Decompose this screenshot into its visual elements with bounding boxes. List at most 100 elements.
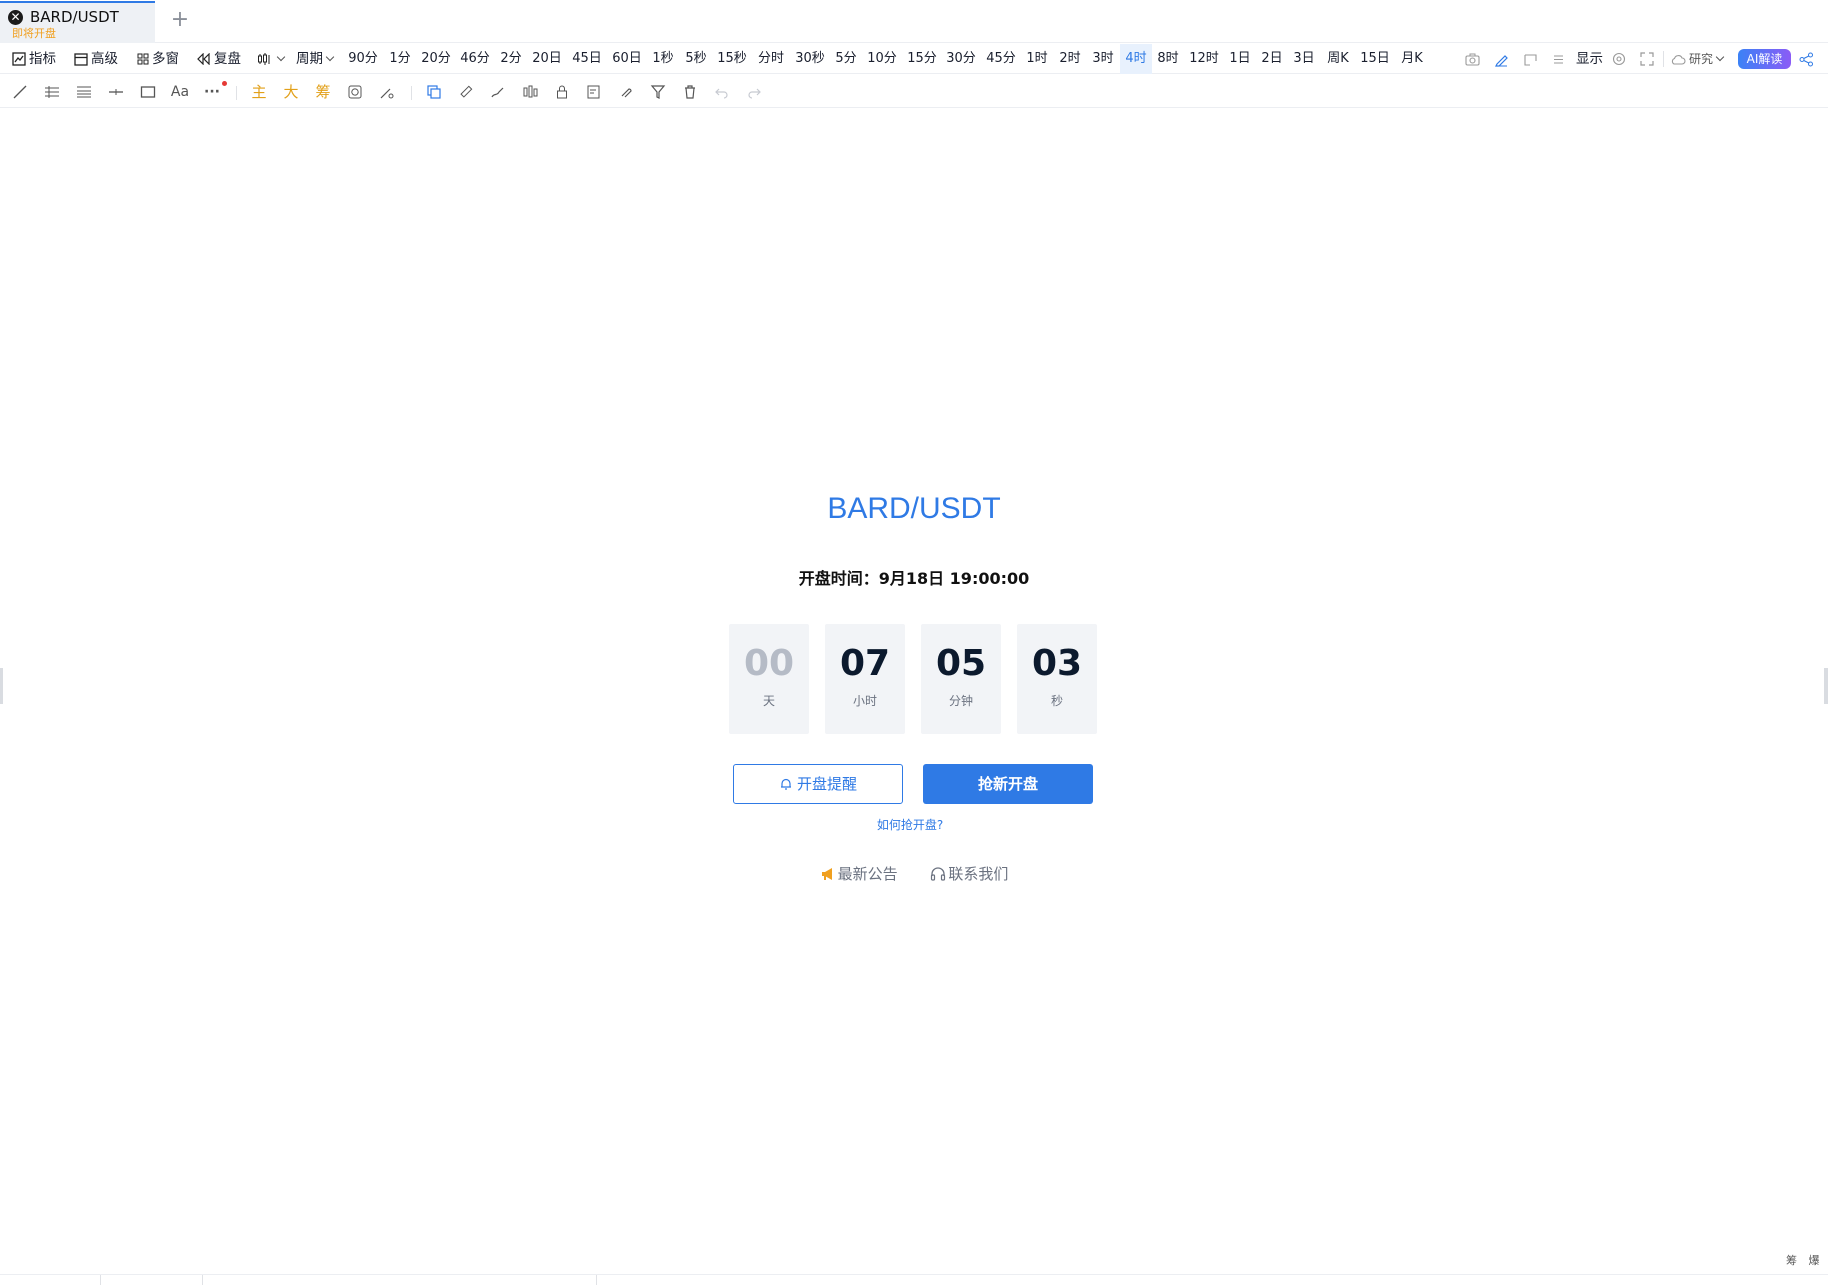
indicators-label: 指标 — [29, 51, 56, 67]
text-tool[interactable]: Aa — [169, 81, 191, 103]
period-8h[interactable]: 8时 — [1153, 44, 1183, 74]
period-month[interactable]: 月K — [1395, 44, 1429, 74]
contact-us-label: 联系我们 — [948, 865, 1009, 883]
brush-tool[interactable] — [487, 81, 509, 103]
list-button[interactable] — [1552, 44, 1565, 74]
grab-listing-button[interactable]: 抢新开盘 — [923, 764, 1093, 804]
rectangle-tool[interactable] — [137, 81, 159, 103]
period-1s[interactable]: 1秒 — [648, 44, 678, 74]
candle-tool[interactable] — [519, 81, 541, 103]
period-3d[interactable]: 3日 — [1289, 44, 1319, 74]
period-45d[interactable]: 45日 — [569, 44, 605, 74]
indicators-button[interactable]: 指标 — [12, 44, 56, 74]
trend-line-tool[interactable] — [9, 81, 31, 103]
period-5s[interactable]: 5秒 — [681, 44, 711, 74]
left-panel-handle[interactable] — [0, 668, 3, 704]
display-button[interactable]: 显示 — [1576, 44, 1603, 74]
toolbar-divider — [236, 86, 237, 100]
period-2m[interactable]: 2分 — [496, 44, 526, 74]
period-20d[interactable]: 20日 — [529, 44, 565, 74]
magnet-tool[interactable] — [376, 81, 398, 103]
latest-announcement-link[interactable]: 最新公告 — [820, 863, 898, 884]
chip-distribution-toggle[interactable]: 筹 — [312, 81, 334, 103]
gear-icon — [1612, 52, 1626, 66]
copy-tool[interactable] — [423, 81, 445, 103]
period-4h[interactable]: 4时 — [1120, 44, 1152, 74]
main-chart-toggle[interactable]: 主 — [248, 81, 270, 103]
delete-tool[interactable] — [679, 81, 701, 103]
countdown-seconds: 03 秒 — [1017, 624, 1097, 734]
countdown-unit: 分钟 — [948, 694, 973, 708]
pair-title: BARD/USDT — [827, 492, 1001, 525]
fullscreen-button[interactable] — [1640, 44, 1654, 74]
camera-icon — [1465, 53, 1480, 66]
period-30s[interactable]: 30秒 — [792, 44, 828, 74]
period-90m[interactable]: 90分 — [345, 44, 381, 74]
period-15d[interactable]: 15日 — [1358, 44, 1392, 74]
period-20m[interactable]: 20分 — [418, 44, 454, 74]
cloud-icon — [1671, 54, 1686, 65]
period-15m[interactable]: 15分 — [904, 44, 940, 74]
chevron-down-icon — [1715, 52, 1725, 62]
period-15s[interactable]: 15秒 — [714, 44, 750, 74]
big-order-toggle[interactable]: 大 — [280, 81, 302, 103]
period-dropdown[interactable]: 周期 — [296, 44, 335, 74]
undo-button[interactable] — [711, 81, 733, 103]
more-tools-button[interactable]: ··· — [201, 81, 223, 103]
add-tab-icon[interactable]: + — [169, 9, 191, 32]
chart-type-dropdown[interactable] — [257, 44, 286, 74]
parallel-lines-icon — [45, 86, 59, 98]
trash-icon — [685, 85, 695, 99]
period-3h[interactable]: 3时 — [1088, 44, 1118, 74]
period-1m[interactable]: 1分 — [385, 44, 415, 74]
corner-toggles[interactable]: 筹 爆 — [1786, 1252, 1824, 1268]
countdown-unit: 小时 — [852, 694, 877, 708]
sync-tool[interactable] — [344, 81, 366, 103]
pen-lock-icon — [380, 88, 394, 99]
redo-button[interactable] — [743, 81, 765, 103]
period-45m[interactable]: 45分 — [983, 44, 1019, 74]
open-reminder-button[interactable]: 开盘提醒 — [733, 764, 903, 804]
note-tool[interactable] — [583, 81, 605, 103]
sync-icon — [348, 85, 362, 99]
period-12h[interactable]: 12时 — [1186, 44, 1222, 74]
pencil-icon — [1495, 55, 1508, 67]
ruler-tool[interactable] — [455, 81, 477, 103]
filter-tool[interactable] — [647, 81, 669, 103]
period-2d[interactable]: 2日 — [1257, 44, 1287, 74]
footer-links: 最新公告 联系我们 — [0, 863, 1828, 884]
advanced-button[interactable]: 高级 — [74, 44, 118, 74]
eraser-tool[interactable] — [615, 81, 637, 103]
period-60d[interactable]: 60日 — [609, 44, 645, 74]
how-to-grab-link[interactable]: 如何抢开盘? — [0, 816, 1820, 833]
period-2h[interactable]: 2时 — [1055, 44, 1085, 74]
settings-button[interactable] — [1612, 44, 1626, 74]
period-1h[interactable]: 1时 — [1022, 44, 1052, 74]
layout-button[interactable] — [1523, 44, 1538, 74]
period-1d[interactable]: 1日 — [1225, 44, 1255, 74]
indicator-chart-icon — [12, 52, 26, 66]
screenshot-button[interactable] — [1465, 44, 1480, 74]
right-panel-handle[interactable] — [1824, 668, 1828, 704]
countdown-unit: 秒 — [1050, 694, 1063, 708]
ai-interpret-button[interactable]: AI解读 — [1738, 49, 1791, 69]
horizontal-line-tool[interactable] — [105, 81, 127, 103]
draw-toggle-button[interactable] — [1494, 44, 1509, 74]
tab-bard-usdt[interactable]: ✕ BARD/USDT 即将开盘 — [0, 1, 155, 43]
undo-icon — [715, 88, 728, 99]
multi-window-button[interactable]: 多窗 — [137, 44, 179, 74]
replay-button[interactable]: 复盘 — [197, 44, 241, 74]
period-5m[interactable]: 5分 — [831, 44, 861, 74]
lock-tool[interactable] — [551, 81, 573, 103]
period-timeshare[interactable]: 分时 — [753, 44, 789, 74]
contact-us-link[interactable]: 联系我们 — [930, 863, 1008, 884]
period-10m[interactable]: 10分 — [864, 44, 900, 74]
countdown-hours: 07 小时 — [825, 624, 905, 734]
research-dropdown[interactable]: 研究 — [1670, 44, 1725, 74]
period-week[interactable]: 周K — [1321, 44, 1355, 74]
period-30m[interactable]: 30分 — [943, 44, 979, 74]
fib-tool[interactable] — [73, 81, 95, 103]
share-button[interactable] — [1799, 44, 1814, 74]
parallel-channel-tool[interactable] — [41, 81, 63, 103]
period-46m[interactable]: 46分 — [457, 44, 493, 74]
